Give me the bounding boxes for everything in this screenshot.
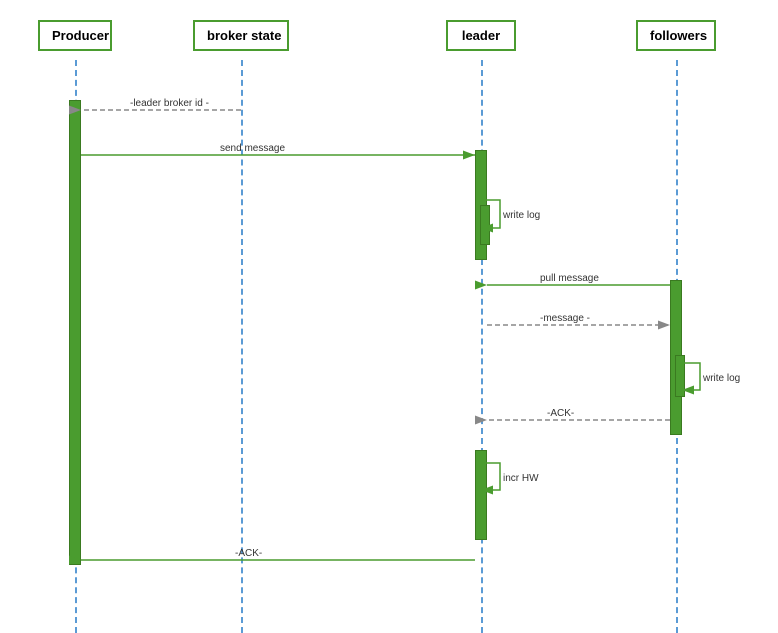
label-msg3: write log: [502, 210, 540, 221]
activation-followers-self: [675, 355, 685, 397]
actor-leader: leader: [446, 20, 516, 51]
label-msg7: -ACK-: [547, 408, 574, 419]
label-msg1: -leader broker id -: [130, 98, 209, 109]
arrows-svg: -leader broker id - send message write l…: [0, 0, 778, 633]
activation-leader-self: [480, 205, 490, 245]
label-msg8: incr HW: [503, 473, 539, 484]
lifeline-leader: [481, 60, 483, 633]
label-msg2: send message: [220, 143, 285, 154]
actor-producer: Producer: [38, 20, 112, 51]
label-msg5: -message -: [540, 313, 590, 324]
label-msg6: write log: [702, 373, 740, 384]
actor-broker-state: broker state: [193, 20, 289, 51]
label-msg9: -ACK-: [235, 548, 262, 559]
actor-followers: followers: [636, 20, 716, 51]
activation-leader-2: [475, 450, 487, 540]
sequence-diagram: Producer broker state leader followers: [0, 0, 778, 633]
lifeline-broker-state: [241, 60, 243, 633]
activation-producer: [69, 100, 81, 565]
label-msg4: pull message: [540, 273, 599, 284]
